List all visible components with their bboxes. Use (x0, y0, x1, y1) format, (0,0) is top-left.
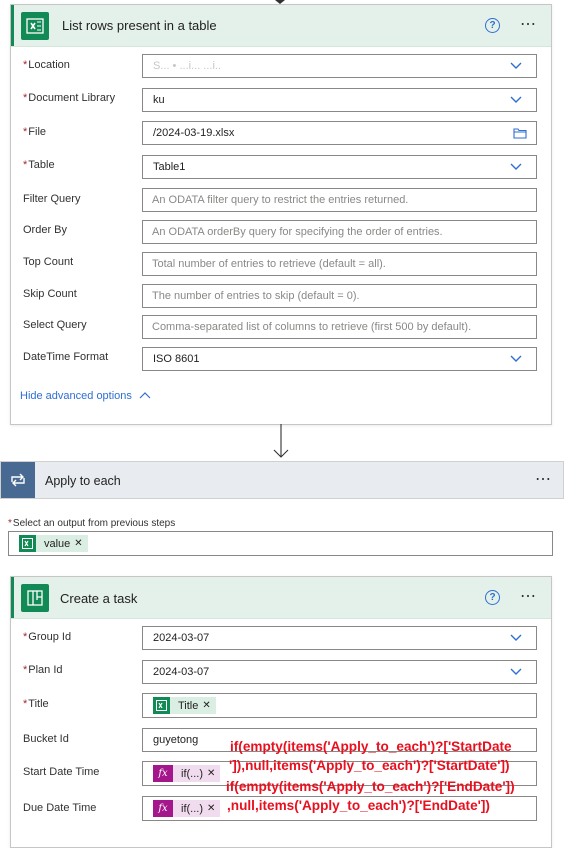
due-date-expression-token[interactable]: fx if(...) ✕ (153, 800, 221, 817)
skip-count-placeholder: The number of entries to skip (default =… (152, 290, 360, 302)
skip-count-input[interactable]: The number of entries to skip (default =… (142, 284, 537, 308)
filter-query-placeholder: An ODATA filter query to restrict the en… (152, 194, 409, 206)
title-token[interactable]: Title ✕ (153, 697, 216, 714)
loop-icon-tile (1, 462, 35, 498)
skip-count-label: Skip Count (23, 288, 77, 300)
connector-arrow-icon (273, 424, 289, 458)
chevron-down-icon[interactable] (510, 94, 522, 104)
location-label: *Location (23, 59, 70, 71)
excel-icon (153, 697, 170, 714)
hide-advanced-options-link[interactable]: Hide advanced options (20, 390, 151, 402)
select-query-placeholder: Comma-separated list of columns to retri… (152, 321, 472, 333)
file-value: /2024-03-19.xlsx (153, 127, 235, 139)
loop-icon (11, 473, 25, 487)
create-task-header[interactable]: Create a task ? ⋯ (11, 577, 551, 619)
select-output-label: *Select an output from previous steps (8, 518, 176, 529)
planner-icon (21, 584, 49, 612)
hide-advanced-options-label: Hide advanced options (20, 390, 132, 402)
function-icon: fx (153, 800, 173, 817)
create-task-title: Create a task (60, 591, 138, 606)
more-options-icon[interactable]: ⋯ (520, 589, 537, 605)
group-id-label: *Group Id (23, 631, 72, 643)
datetime-format-label: DateTime Format (23, 351, 109, 363)
more-options-icon[interactable]: ⋯ (535, 472, 552, 488)
order-by-input[interactable]: An ODATA orderBy query for specifying th… (142, 220, 537, 244)
table-value: Table1 (153, 161, 186, 173)
chevron-down-icon[interactable] (510, 632, 522, 642)
document-library-dropdown[interactable]: ku (142, 88, 537, 112)
folder-icon[interactable] (513, 127, 527, 139)
chevron-up-icon (139, 392, 151, 399)
select-output-input[interactable]: value ✕ (8, 531, 553, 556)
filter-query-input[interactable]: An ODATA filter query to restrict the en… (142, 188, 537, 212)
table-label: *Table (23, 159, 55, 171)
apply-to-each-header[interactable]: Apply to each ⋯ (0, 461, 564, 499)
chevron-down-icon[interactable] (510, 666, 522, 676)
value-token-label: value (44, 537, 71, 550)
excel-icon (19, 535, 36, 552)
list-rows-title: List rows present in a table (62, 18, 217, 33)
order-by-label: Order By (23, 224, 68, 236)
annotation-line-4: ,null,items('Apply_to_each')?['EndDate']… (227, 798, 490, 813)
group-id-value: 2024-03-07 (153, 632, 210, 644)
chevron-down-icon[interactable] (510, 60, 522, 70)
top-count-label: Top Count (23, 256, 74, 268)
file-picker[interactable]: /2024-03-19.xlsx (142, 121, 537, 145)
annotation-line-3: if(empty(items('Apply_to_each')?['EndDat… (226, 779, 515, 794)
location-value: S... • ...i... ...i.. (153, 60, 222, 72)
help-icon[interactable]: ? (485, 18, 500, 33)
start-date-expression-token[interactable]: fx if(...) ✕ (153, 765, 221, 782)
select-query-input[interactable]: Comma-separated list of columns to retri… (142, 315, 537, 339)
start-date-token-label: if(...) (181, 767, 203, 780)
plan-id-dropdown[interactable]: 2024-03-07 (142, 660, 537, 684)
help-icon[interactable]: ? (485, 590, 500, 605)
excel-icon (21, 12, 49, 40)
document-library-label: *Document Library (23, 92, 116, 104)
chevron-down-icon[interactable] (510, 353, 522, 363)
title-label: *Title (23, 698, 49, 710)
remove-token-icon[interactable]: ✕ (74, 538, 87, 549)
document-library-value: ku (153, 94, 165, 106)
file-label: *File (23, 126, 47, 138)
select-query-label: Select Query (23, 319, 87, 331)
datetime-format-value: ISO 8601 (153, 353, 200, 365)
title-token-label: Title (178, 699, 199, 712)
order-by-placeholder: An ODATA orderBy query for specifying th… (152, 226, 443, 238)
filter-query-label: Filter Query (23, 193, 81, 205)
chevron-down-icon[interactable] (510, 161, 522, 171)
location-dropdown[interactable]: S... • ...i... ...i.. (142, 54, 537, 78)
top-count-input[interactable]: Total number of entries to retrieve (def… (142, 252, 537, 276)
datetime-format-dropdown[interactable]: ISO 8601 (142, 347, 537, 371)
list-rows-card: List rows present in a table ? ⋯ *Locati… (10, 4, 552, 425)
function-icon: fx (153, 765, 173, 782)
remove-token-icon[interactable]: ✕ (202, 700, 215, 711)
table-dropdown[interactable]: Table1 (142, 155, 537, 179)
plan-id-label: *Plan Id (23, 664, 63, 676)
top-count-placeholder: Total number of entries to retrieve (def… (152, 258, 386, 270)
apply-to-each-title: Apply to each (45, 474, 121, 488)
due-date-label: Due Date Time (23, 802, 97, 814)
bucket-id-value: guyetong (153, 734, 199, 746)
group-id-dropdown[interactable]: 2024-03-07 (142, 626, 537, 650)
bucket-id-label: Bucket Id (23, 733, 69, 745)
annotation-line-1: if(empty(items('Apply_to_each')?['StartD… (230, 739, 512, 754)
title-input[interactable]: Title ✕ (142, 693, 537, 718)
due-date-token-label: if(...) (181, 802, 203, 815)
annotation-line-2: ']),null,items('Apply_to_each')?['StartD… (229, 758, 510, 773)
value-token[interactable]: value ✕ (19, 535, 88, 552)
plan-id-value: 2024-03-07 (153, 666, 210, 678)
start-date-label: Start Date Time (23, 766, 100, 778)
remove-token-icon[interactable]: ✕ (207, 768, 220, 779)
list-rows-header[interactable]: List rows present in a table ? ⋯ (11, 5, 551, 47)
remove-token-icon[interactable]: ✕ (207, 803, 220, 814)
more-options-icon[interactable]: ⋯ (520, 17, 537, 33)
